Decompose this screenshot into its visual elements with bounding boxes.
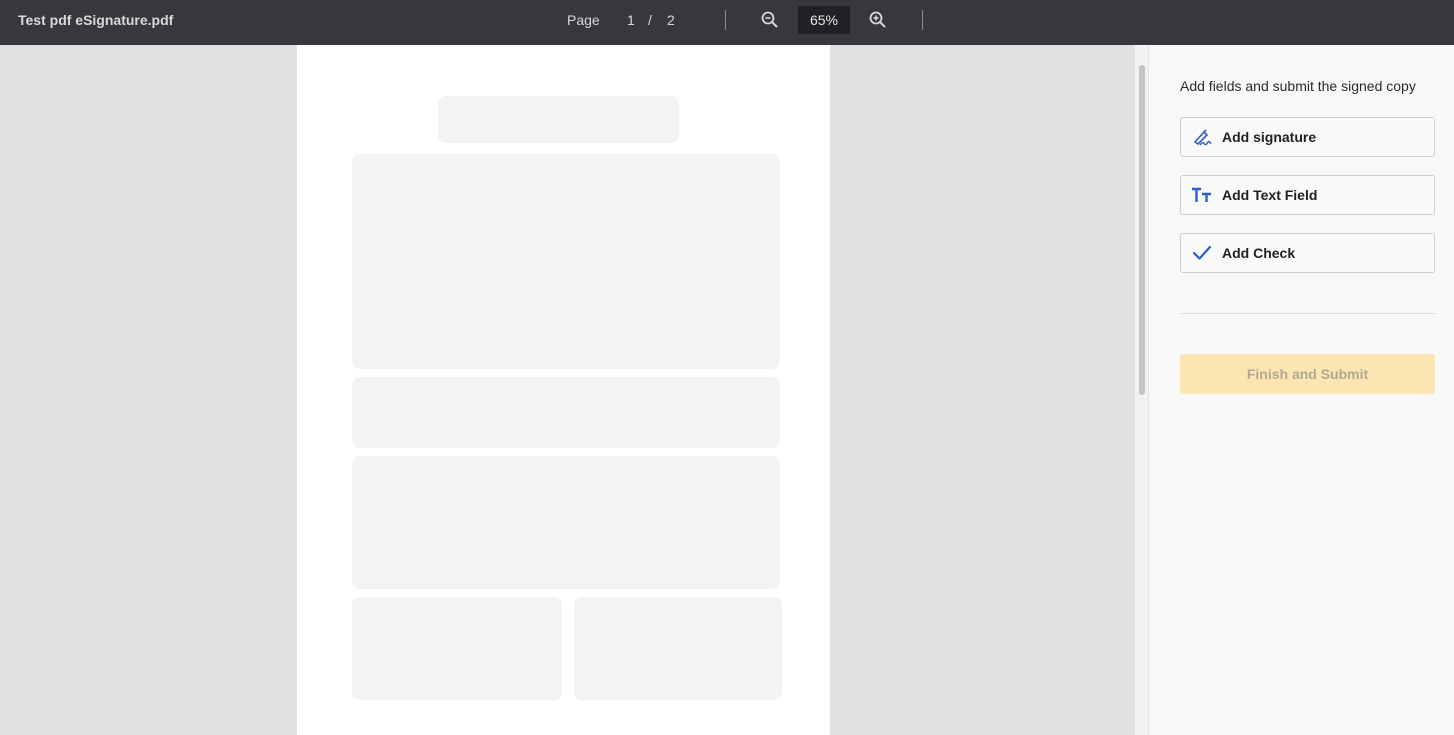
total-pages: 2 xyxy=(667,12,675,28)
document-title: Test pdf eSignature.pdf xyxy=(18,12,174,28)
zoom-level-field[interactable]: 65% xyxy=(798,6,850,34)
add-signature-label: Add signature xyxy=(1222,129,1317,145)
page-label: Page xyxy=(567,12,600,28)
zoom-in-icon xyxy=(869,11,886,28)
finish-and-submit-button[interactable]: Finish and Submit xyxy=(1180,354,1435,394)
zoom-out-button[interactable] xyxy=(759,9,781,31)
top-toolbar: Test pdf eSignature.pdf Page 1 / 2 65% xyxy=(0,0,1454,45)
signature-icon xyxy=(1191,126,1213,148)
toolbar-divider xyxy=(725,10,726,30)
document-viewer[interactable] xyxy=(0,45,1135,735)
scrollbar-thumb[interactable] xyxy=(1139,65,1145,395)
current-page-input[interactable]: 1 xyxy=(627,12,635,28)
content-placeholder xyxy=(352,597,562,700)
check-icon xyxy=(1191,242,1213,264)
content-placeholder xyxy=(438,96,679,143)
content-placeholder xyxy=(574,597,782,700)
page-separator: / xyxy=(648,12,652,28)
toolbar-divider xyxy=(922,10,923,30)
add-check-label: Add Check xyxy=(1222,245,1296,261)
add-text-field-button[interactable]: Add Text Field xyxy=(1180,175,1435,215)
zoom-in-button[interactable] xyxy=(867,9,889,31)
add-signature-button[interactable]: Add signature xyxy=(1180,117,1435,157)
content-placeholder xyxy=(352,377,780,448)
content-placeholder xyxy=(352,456,780,589)
add-text-field-label: Add Text Field xyxy=(1222,187,1318,203)
signing-panel: Add fields and submit the signed copy Ad… xyxy=(1148,45,1454,735)
panel-heading: Add fields and submit the signed copy xyxy=(1180,78,1416,94)
pdf-page[interactable] xyxy=(297,45,830,735)
text-field-icon xyxy=(1191,184,1213,206)
content-placeholder xyxy=(352,154,780,369)
viewer-scrollbar[interactable] xyxy=(1135,45,1148,735)
panel-divider xyxy=(1180,313,1435,314)
zoom-out-icon xyxy=(761,11,778,28)
add-check-button[interactable]: Add Check xyxy=(1180,233,1435,273)
